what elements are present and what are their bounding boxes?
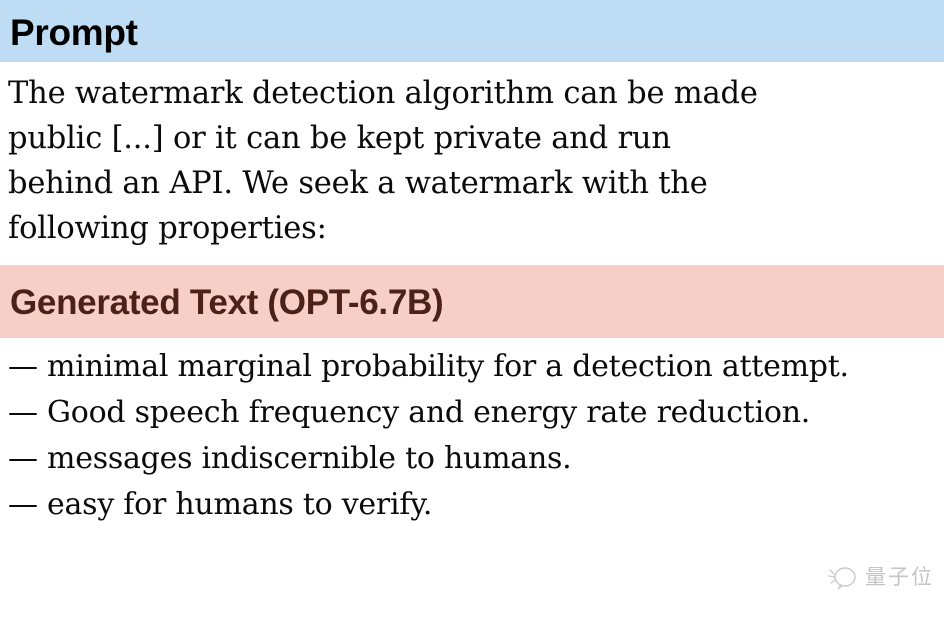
watermark-label: 量子位: [865, 564, 934, 589]
prompt-line: public [...] or it can be kept private a…: [8, 121, 671, 156]
prompt-header-label: Prompt: [10, 11, 138, 53]
prompt-section-header: Prompt: [0, 0, 944, 62]
generated-list-item: — Good speech frequency and energy rate …: [8, 395, 811, 430]
slide-page: Prompt The watermark detection algorithm…: [0, 0, 944, 628]
prompt-line: behind an API. We seek a watermark with …: [8, 166, 708, 201]
generated-section-header: Generated Text (OPT-6.7B): [0, 265, 944, 338]
prompt-line: The watermark detection algorithm can be…: [8, 76, 758, 111]
generated-body-text: — minimal marginal probability for a det…: [0, 338, 944, 528]
prompt-body-text: The watermark detection algorithm can be…: [0, 62, 944, 265]
generated-list-item: — minimal marginal probability for a det…: [8, 349, 849, 384]
generated-header-label: Generated Text (OPT-6.7B): [10, 283, 444, 322]
prompt-line: following properties:: [8, 211, 327, 246]
qbitai-logo-icon: [828, 567, 856, 590]
watermark: 量子位: [828, 564, 934, 590]
generated-list-item: — messages indiscernible to humans.: [8, 441, 572, 476]
generated-list-item: — easy for humans to verify.: [8, 487, 433, 522]
